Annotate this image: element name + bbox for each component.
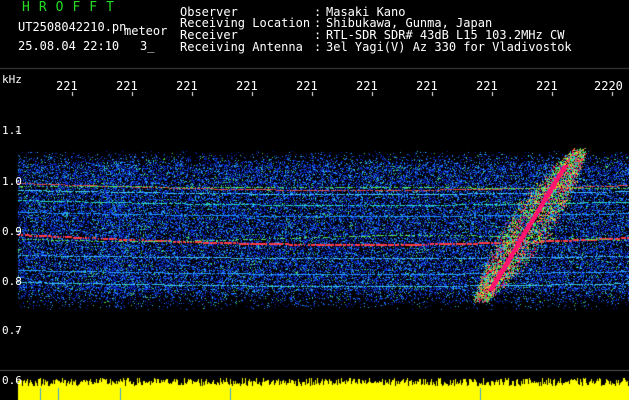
app-title: HROFFT (22, 0, 123, 15)
x-tick-label: 221 (56, 79, 78, 93)
y-axis-unit: kHz (2, 73, 22, 86)
x-tick-label: 221 (296, 79, 318, 93)
spectrogram-canvas (0, 0, 629, 400)
timestamp: 25.08.04 22:10 (18, 39, 120, 53)
antenna-sep: : (314, 40, 322, 54)
y-tick-label: 1.0 (2, 175, 22, 188)
x-tick-label: 221 (116, 79, 138, 93)
x-tick-label: 221 (536, 79, 558, 93)
y-tick-label: 1.1 (2, 124, 22, 137)
file-name: UT2508042210.pn (18, 20, 127, 34)
antenna-value: 3el Yagi(V) Az 330 for Vladivostok (326, 40, 572, 54)
x-tick-label: 221 (236, 79, 258, 93)
mode-label: meteor (124, 24, 168, 38)
y-tick-label: 0.9 (2, 225, 22, 238)
interval-label: 3_ (140, 39, 155, 53)
x-tick-label: 221 (416, 79, 438, 93)
antenna-label: Receiving Antenna (180, 40, 303, 54)
x-tick-label: 221 (176, 79, 198, 93)
x-tick-label: 221 (476, 79, 498, 93)
y-tick-label: 0.6 (2, 374, 22, 387)
y-tick-label: 0.7 (2, 324, 22, 337)
x-tick-label: 2220 (594, 79, 623, 93)
x-tick-label: 221 (356, 79, 378, 93)
y-tick-label: 0.8 (2, 275, 22, 288)
